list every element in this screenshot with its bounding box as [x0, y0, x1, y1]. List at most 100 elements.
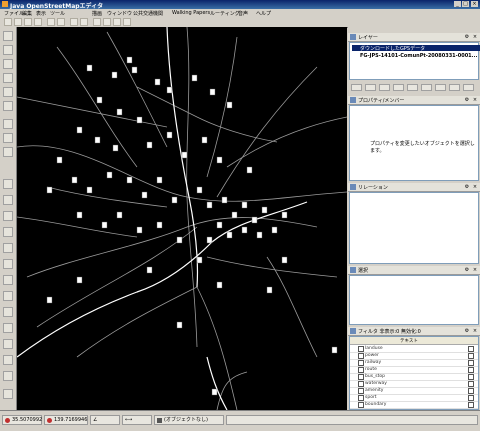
selection-body[interactable] — [349, 275, 479, 325]
layer-name: ダウンロードしたGPSデータ — [360, 46, 426, 52]
menu-audio[interactable]: 音声 — [238, 10, 248, 17]
undo-icon[interactable] — [70, 18, 78, 26]
validation-check-icon[interactable] — [3, 259, 13, 269]
panel-close-icon[interactable]: × — [472, 184, 478, 190]
filter-panel-icon[interactable] — [3, 275, 13, 285]
properties-icon[interactable] — [113, 18, 121, 26]
filter-icon[interactable] — [123, 18, 131, 26]
menu-tools[interactable]: ツール — [50, 10, 65, 17]
table-row[interactable]: boundary — [350, 401, 478, 409]
map-view[interactable] — [17, 27, 347, 410]
author-panel-icon[interactable] — [3, 307, 13, 317]
bus-stop-markers — [46, 56, 338, 396]
layer-item-data[interactable]: FG-JPS-14101-ComunPt-20080331-0001... — [352, 53, 477, 59]
filter-text: landuse — [365, 346, 383, 351]
relations-panel-icon[interactable] — [3, 227, 13, 237]
filter-text: sport — [365, 395, 377, 400]
heading-field: ∠ — [90, 415, 120, 425]
layer-list-icon[interactable] — [3, 179, 13, 189]
menu-draw[interactable]: 描画 — [92, 10, 102, 17]
history-panel-icon[interactable] — [3, 291, 13, 301]
panel-settings-icon[interactable]: ⚙ — [464, 34, 470, 40]
close-button[interactable]: × — [471, 1, 478, 7]
layers-icon[interactable] — [103, 18, 111, 26]
filter-text: railway — [365, 360, 382, 365]
move-down-icon[interactable] — [365, 84, 376, 91]
panel-settings-icon[interactable]: ⚙ — [464, 328, 470, 334]
save-icon[interactable] — [24, 18, 32, 26]
properties-icon — [350, 97, 356, 103]
menu-view[interactable]: 表示 — [36, 10, 46, 17]
panel-close-icon[interactable]: × — [472, 267, 478, 273]
panel-settings-icon[interactable]: ⚙ — [464, 184, 470, 190]
merge-icon[interactable] — [407, 84, 418, 91]
relations-body[interactable] — [349, 192, 479, 264]
menu-edit[interactable]: 編集 — [22, 10, 32, 17]
filter-table[interactable]: テキスト landuse power railway route bus_sto… — [349, 336, 479, 410]
map-canvas[interactable] — [17, 27, 347, 410]
notes-panel-icon[interactable] — [3, 389, 13, 399]
filter-text: boundary — [365, 402, 387, 407]
layer-settings-icon[interactable] — [435, 84, 446, 91]
lasso-tool-icon[interactable] — [3, 133, 13, 143]
help-field — [226, 415, 478, 425]
audio-panel-icon[interactable] — [3, 355, 13, 365]
delete-tool-icon[interactable] — [3, 73, 13, 83]
selection-panel-icon[interactable] — [3, 211, 13, 221]
open-icon[interactable] — [14, 18, 22, 26]
minimize-button[interactable]: _ — [454, 1, 461, 7]
selection-value: (オブジェクトなし) — [164, 417, 208, 423]
show-hide-icon[interactable] — [393, 84, 404, 91]
panel-close-icon[interactable]: × — [472, 34, 478, 40]
panel-close-icon[interactable]: × — [472, 328, 478, 334]
properties-body[interactable]: プロパティを変更したいオブジェクトを選択します。 — [349, 105, 479, 181]
parallel-tool-icon[interactable] — [3, 119, 13, 129]
layer-more-icon[interactable] — [463, 84, 474, 91]
traffic-light-icon[interactable] — [3, 371, 13, 381]
panel-close-icon[interactable]: × — [472, 97, 478, 103]
relations-panel-header: リレーション ⚙ × — [348, 183, 480, 192]
maximize-button[interactable]: □ — [462, 1, 469, 7]
improve-way-tool-icon[interactable] — [3, 101, 13, 111]
redo-icon[interactable] — [80, 18, 88, 26]
filter-hide-checkbox[interactable] — [468, 402, 474, 408]
properties-panel-icon[interactable] — [3, 195, 13, 205]
download-icon[interactable] — [47, 18, 55, 26]
menu-public-transport[interactable]: 公共交通機関 — [133, 10, 163, 17]
conflict-panel-icon[interactable] — [3, 243, 13, 253]
duplicate-icon[interactable] — [421, 84, 432, 91]
road-network — [17, 27, 347, 410]
save-as-icon[interactable] — [34, 18, 42, 26]
left-toolbar — [0, 27, 17, 410]
zoom-tool-icon[interactable] — [3, 59, 13, 69]
changeset-panel-icon[interactable] — [3, 323, 13, 333]
lon-icon — [47, 418, 52, 423]
distance-field: ⟷ — [122, 415, 152, 425]
draw-node-tool-icon[interactable] — [3, 45, 13, 55]
menu-window[interactable]: ウィンドウ — [107, 10, 132, 17]
panel-settings-icon[interactable]: ⚙ — [464, 267, 470, 273]
filter-title: フィルタ 非表示:0 無効化:0 — [358, 329, 421, 335]
extrude-tool-icon[interactable] — [3, 87, 13, 97]
panel-settings-icon[interactable]: ⚙ — [464, 97, 470, 103]
activate-icon[interactable] — [379, 84, 390, 91]
properties-hint: プロパティを変更したいオブジェクトを選択します。 — [370, 141, 475, 154]
move-up-icon[interactable] — [351, 84, 362, 91]
tags-panel-icon[interactable] — [3, 339, 13, 349]
filter-text: power — [365, 353, 379, 358]
menu-routing[interactable]: ルーティング — [210, 10, 240, 17]
filter-enable-checkbox[interactable] — [358, 402, 364, 408]
preferences-icon[interactable] — [93, 18, 101, 26]
menu-file[interactable]: ファイル — [4, 10, 24, 17]
layer-item-gps[interactable]: ダウンロードしたGPSデータ — [352, 45, 480, 52]
layer-list[interactable]: ダウンロードしたGPSデータ FG-JPS-14101-ComunPt-2008… — [349, 42, 480, 80]
distance-icon: ⟷ — [125, 417, 133, 423]
upload-icon[interactable] — [57, 18, 65, 26]
menu-help[interactable]: ヘルプ — [256, 10, 271, 17]
layer-delete-icon[interactable] — [449, 84, 460, 91]
menu-walking-papers[interactable]: Walking Papers — [172, 10, 210, 16]
lat-icon — [5, 418, 10, 423]
measure-tool-icon[interactable] — [3, 147, 13, 157]
new-icon[interactable] — [4, 18, 12, 26]
select-tool-icon[interactable] — [3, 31, 13, 41]
